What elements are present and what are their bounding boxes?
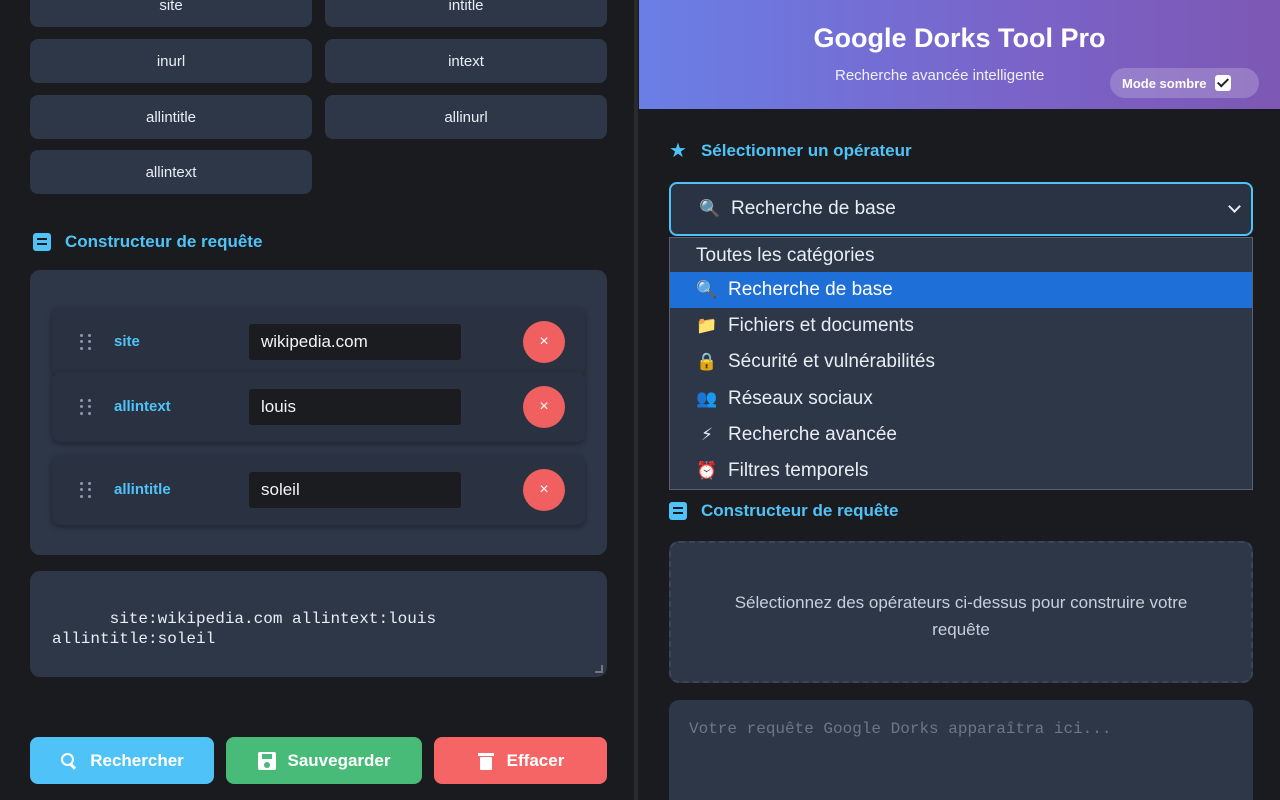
app-window: site intitle inurl intext allintitle all… <box>0 0 1280 800</box>
folder-icon: 📁 <box>696 316 718 335</box>
query-row[interactable]: allintitle soleil × <box>52 455 585 525</box>
query-row-value-input[interactable]: louis <box>249 389 461 425</box>
operator-button-allintitle[interactable]: allintitle <box>30 95 312 139</box>
dropdown-option-label: Recherche avancée <box>728 424 897 445</box>
clear-button[interactable]: Effacer <box>434 737 607 784</box>
operator-button-intext[interactable]: intext <box>325 39 607 83</box>
left-scrollbar[interactable] <box>634 0 638 800</box>
users-icon: 👥 <box>696 389 718 408</box>
right-panel: Google Dorks Tool Pro Recherche avancée … <box>639 0 1280 800</box>
query-row[interactable]: allintext louis × <box>52 372 585 442</box>
drag-handle-icon[interactable] <box>80 399 92 415</box>
query-placeholder-text: Votre requête Google Dorks apparaîtra ic… <box>689 720 1112 738</box>
operator-button-allintext[interactable]: allintext <box>30 150 312 194</box>
app-header: Google Dorks Tool Pro Recherche avancée … <box>639 0 1280 109</box>
query-row-value-input[interactable]: soleil <box>249 472 461 508</box>
lightning-icon: ⚡ <box>701 425 713 444</box>
app-title: Google Dorks Tool Pro <box>813 23 1106 53</box>
builder-title-text: Constructeur de requête <box>65 232 263 251</box>
dropdown-option-label: Réseaux sociaux <box>728 388 873 409</box>
clear-button-label: Effacer <box>506 750 565 770</box>
chevron-down-icon <box>1228 200 1241 213</box>
remove-row-button[interactable]: × <box>523 321 565 363</box>
document-icon <box>669 502 687 520</box>
query-row-operator: allintext <box>114 398 171 415</box>
remove-row-button[interactable]: × <box>523 469 565 511</box>
category-select-value: Recherche de base <box>731 198 896 219</box>
lock-icon: 🔒 <box>696 352 718 371</box>
operator-button-inurl[interactable]: inurl <box>30 39 312 83</box>
query-row-operator: site <box>114 333 140 350</box>
builder-section-title: Constructeur de requête <box>33 232 262 252</box>
query-textarea[interactable]: site:wikipedia.com allintext:louis allin… <box>30 571 607 677</box>
operator-button-intitle[interactable]: intitle <box>325 0 607 27</box>
save-button[interactable]: Sauvegarder <box>226 737 422 784</box>
dark-mode-label: Mode sombre <box>1122 75 1207 91</box>
drag-handle-icon[interactable] <box>80 334 92 350</box>
dropdown-option-label: Toutes les catégories <box>696 245 875 266</box>
right-builder-title-text: Constructeur de requête <box>701 501 899 520</box>
query-row-value-input[interactable]: wikipedia.com <box>249 324 461 360</box>
query-output-textarea[interactable]: Votre requête Google Dorks apparaîtra ic… <box>669 700 1253 800</box>
star-icon: ★ <box>669 140 687 162</box>
dropdown-option-social[interactable]: 👥 Réseaux sociaux <box>670 381 1252 417</box>
dropdown-option-advanced[interactable]: ⚡ Recherche avancée <box>670 417 1252 453</box>
search-button-label: Rechercher <box>90 750 184 770</box>
operator-button-site[interactable]: site <box>30 0 312 27</box>
query-builder: site wikipedia.com × allintext louis × a… <box>30 270 607 555</box>
select-section-text: Sélectionner un opérateur <box>700 141 912 160</box>
dropdown-option-label: Sécurité et vulnérabilités <box>728 351 935 372</box>
query-row[interactable]: site wikipedia.com × <box>52 307 585 377</box>
dropdown-option-label: Filtres temporels <box>728 460 869 481</box>
category-dropdown: Toutes les catégories 🔍 Recherche de bas… <box>669 237 1253 490</box>
dropdown-option-basic[interactable]: 🔍 Recherche de base <box>670 272 1252 308</box>
dropdown-option-label: Recherche de base <box>728 279 893 300</box>
trash-icon <box>477 752 495 770</box>
select-section-title: ★ Sélectionner un opérateur <box>669 141 912 161</box>
drag-handle-icon[interactable] <box>80 482 92 498</box>
remove-row-button[interactable]: × <box>523 386 565 428</box>
category-select[interactable]: 🔍 Recherche de base <box>669 182 1253 236</box>
dark-mode-toggle[interactable]: Mode sombre <box>1110 68 1259 98</box>
search-icon: 🔍 <box>696 280 718 299</box>
resize-handle-icon[interactable] <box>595 665 603 673</box>
query-text: site:wikipedia.com allintext:louis allin… <box>52 610 437 648</box>
query-row-operator: allintitle <box>114 481 171 498</box>
operator-button-allinurl[interactable]: allinurl <box>325 95 607 139</box>
alarm-clock-icon: ⏰ <box>696 461 718 480</box>
search-icon: 🔍 <box>699 199 721 218</box>
dropdown-option-label: Fichiers et documents <box>728 315 914 336</box>
empty-builder-message: Sélectionnez des opérateurs ci-dessus po… <box>734 593 1188 639</box>
dropdown-option-security[interactable]: 🔒 Sécurité et vulnérabilités <box>670 344 1252 380</box>
save-button-label: Sauvegarder <box>287 750 391 770</box>
dropdown-option-time[interactable]: ⏰ Filtres temporels <box>670 453 1252 489</box>
search-button[interactable]: Rechercher <box>30 737 214 784</box>
dropdown-option-all[interactable]: Toutes les catégories <box>670 238 1252 274</box>
empty-query-builder: Sélectionnez des opérateurs ci-dessus po… <box>669 541 1253 683</box>
dropdown-option-files[interactable]: 📁 Fichiers et documents <box>670 308 1252 344</box>
right-builder-section-title: Constructeur de requête <box>669 501 898 521</box>
save-icon <box>257 751 276 770</box>
dark-mode-checkbox[interactable] <box>1214 75 1231 91</box>
search-icon <box>60 752 78 770</box>
document-icon <box>33 233 51 251</box>
left-panel: site intitle inurl intext allintitle all… <box>0 0 637 800</box>
app-subtitle: Recherche avancée intelligente <box>835 67 1045 84</box>
